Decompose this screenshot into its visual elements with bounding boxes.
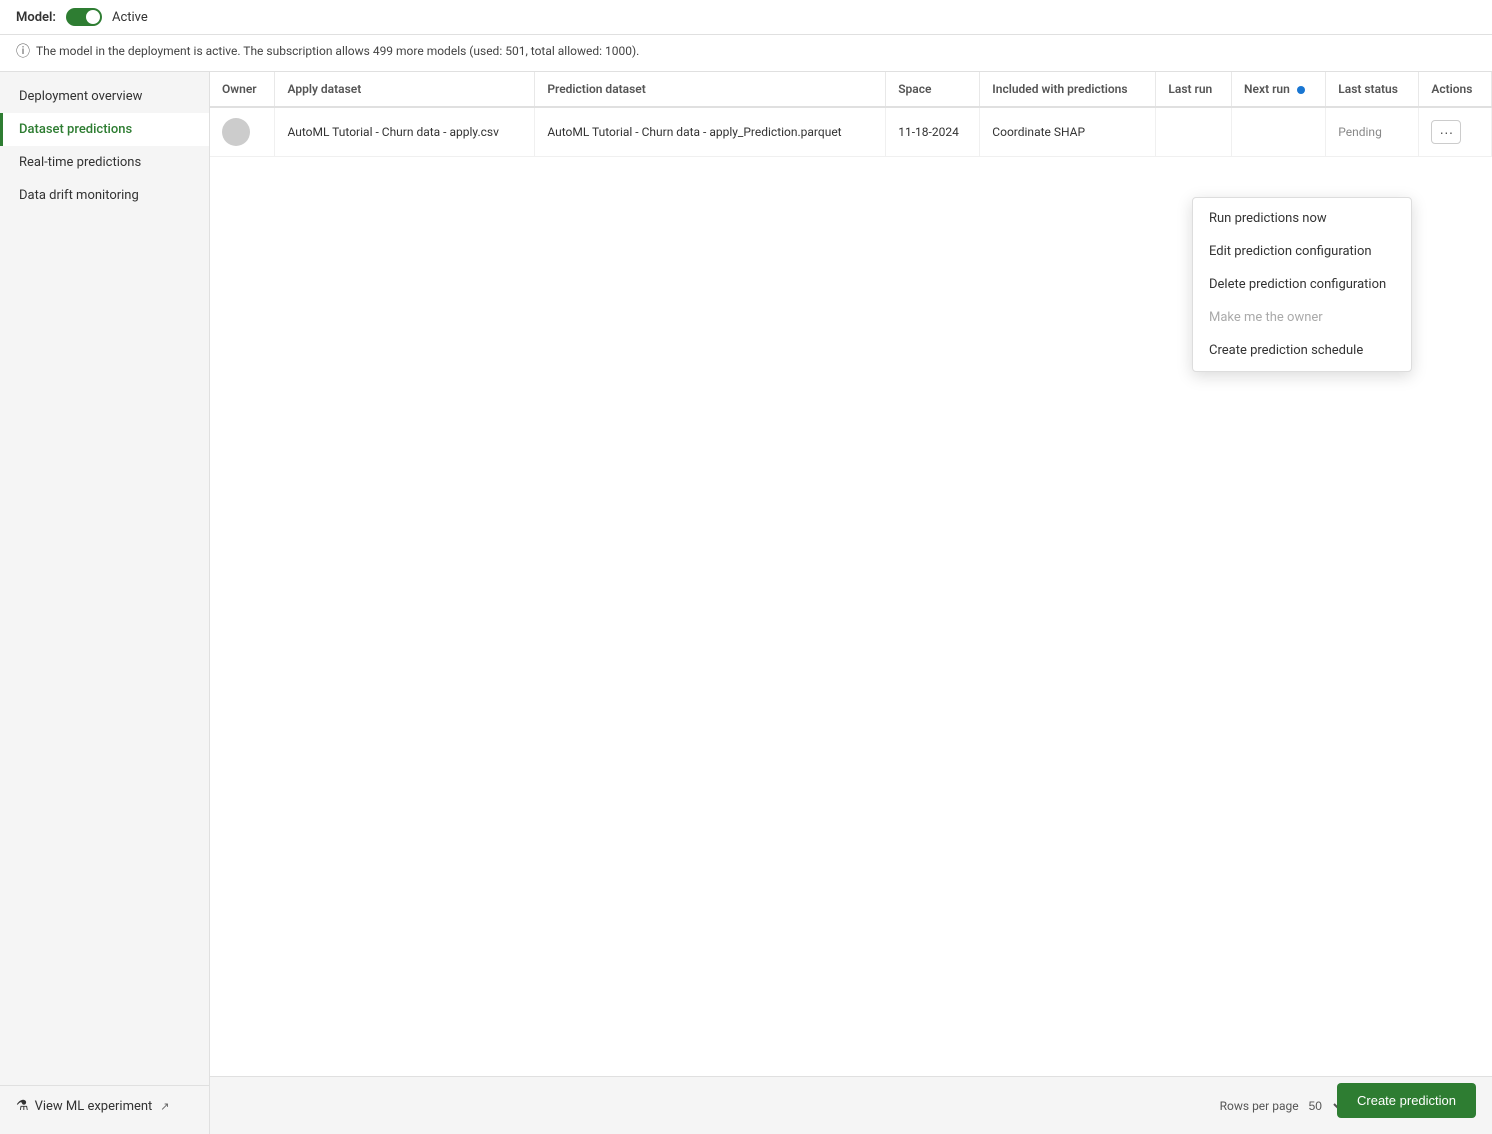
- rows-per-page: Rows per page 50 25 100: [1220, 1098, 1346, 1114]
- actions-dropdown-menu: Run predictions now Edit prediction conf…: [1192, 197, 1412, 372]
- bottom-bar: Rows per page 50 25 100 1–1 of 1 ‹ › Cre…: [210, 1076, 1492, 1134]
- status-badge: Pending: [1338, 125, 1382, 139]
- content-area: Owner Apply dataset Prediction dataset S…: [210, 72, 1492, 1134]
- cell-actions: ···: [1419, 107, 1492, 157]
- info-icon: ⓘ: [16, 41, 30, 61]
- dropdown-edit-prediction-config[interactable]: Edit prediction configuration: [1193, 235, 1411, 268]
- cell-prediction-dataset: AutoML Tutorial - Churn data - apply_Pre…: [535, 107, 886, 157]
- model-label: Model:: [16, 10, 56, 25]
- info-text: The model in the deployment is active. T…: [36, 44, 639, 58]
- actions-button[interactable]: ···: [1431, 120, 1461, 144]
- view-ml-experiment-link[interactable]: ⚗ View ML experiment ↗: [0, 1085, 209, 1126]
- dropdown-create-prediction-schedule[interactable]: Create prediction schedule: [1193, 334, 1411, 367]
- col-owner: Owner: [210, 72, 275, 107]
- view-ml-experiment-label: View ML experiment: [35, 1099, 153, 1114]
- col-apply-dataset: Apply dataset: [275, 72, 535, 107]
- top-bar: Model: Active: [0, 0, 1492, 35]
- cell-last-run: [1156, 107, 1232, 157]
- active-label: Active: [112, 10, 148, 25]
- rows-per-page-label: Rows per page: [1220, 1099, 1299, 1113]
- dropdown-delete-prediction-config[interactable]: Delete prediction configuration: [1193, 268, 1411, 301]
- model-toggle[interactable]: [66, 8, 102, 26]
- cell-next-run: [1232, 107, 1326, 157]
- owner-avatar: [222, 118, 250, 146]
- external-link-icon: ↗: [160, 1100, 169, 1113]
- col-prediction-dataset: Prediction dataset: [535, 72, 886, 107]
- table-row: AutoML Tutorial - Churn data - apply.csv…: [210, 107, 1492, 157]
- sidebar-item-realtime-predictions[interactable]: Real-time predictions: [0, 146, 209, 179]
- col-space: Space: [886, 72, 980, 107]
- cell-last-status: Pending: [1326, 107, 1419, 157]
- col-last-run: Last run: [1156, 72, 1232, 107]
- sidebar-item-data-drift-monitoring[interactable]: Data drift monitoring: [0, 179, 209, 212]
- create-prediction-button[interactable]: Create prediction: [1337, 1083, 1476, 1118]
- col-actions: Actions: [1419, 72, 1492, 107]
- sidebar-item-dataset-predictions[interactable]: Dataset predictions: [0, 113, 209, 146]
- col-included-with-predictions: Included with predictions: [980, 72, 1156, 107]
- cell-apply-dataset: AutoML Tutorial - Churn data - apply.csv: [275, 107, 535, 157]
- col-next-run: Next run: [1232, 72, 1326, 107]
- predictions-table: Owner Apply dataset Prediction dataset S…: [210, 72, 1492, 157]
- dropdown-run-predictions-now[interactable]: Run predictions now: [1193, 202, 1411, 235]
- table-header-row: Owner Apply dataset Prediction dataset S…: [210, 72, 1492, 107]
- dropdown-make-me-owner: Make me the owner: [1193, 301, 1411, 334]
- cell-included-with-predictions: Coordinate SHAP: [980, 107, 1156, 157]
- next-run-indicator: [1297, 86, 1305, 94]
- col-last-status: Last status: [1326, 72, 1419, 107]
- main-layout: Deployment overview Dataset predictions …: [0, 72, 1492, 1134]
- flask-icon: ⚗: [16, 1098, 29, 1114]
- sidebar-nav: Deployment overview Dataset predictions …: [0, 80, 209, 212]
- sidebar-item-deployment-overview[interactable]: Deployment overview: [0, 80, 209, 113]
- cell-space: 11-18-2024: [886, 107, 980, 157]
- cell-owner: [210, 107, 275, 157]
- toggle-knob: [86, 10, 100, 24]
- sidebar: Deployment overview Dataset predictions …: [0, 72, 210, 1134]
- info-bar: ⓘ The model in the deployment is active.…: [0, 35, 1492, 72]
